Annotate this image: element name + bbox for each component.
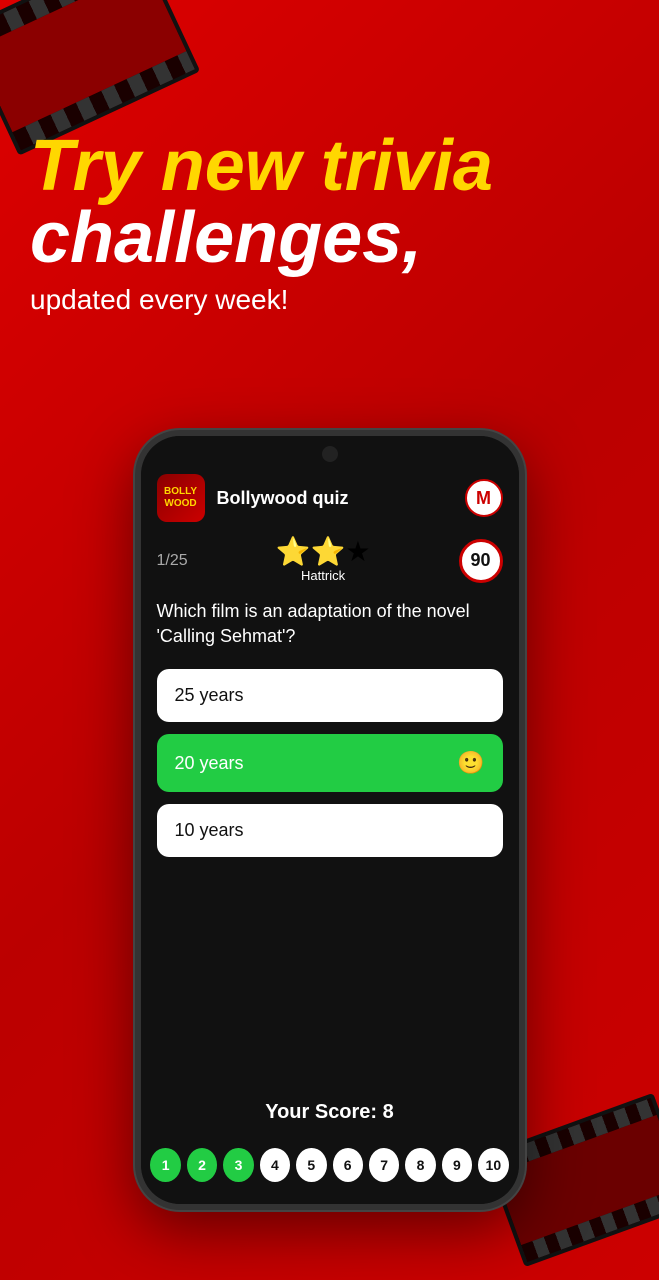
dot-5[interactable]: 5: [296, 1148, 326, 1182]
dot-label-5: 5: [307, 1157, 315, 1173]
dot-6[interactable]: 6: [333, 1148, 363, 1182]
score-label: Your Score: 8: [141, 1101, 519, 1124]
answer-option-2[interactable]: 20 years 🙂: [157, 734, 503, 792]
dot-8[interactable]: 8: [405, 1148, 435, 1182]
quiz-title: Bollywood quiz: [217, 488, 465, 509]
progress-dots: 1 2 3 4 5 6 7 8 9 10: [151, 1148, 509, 1182]
dot-label-2: 2: [198, 1157, 206, 1173]
dot-9[interactable]: 9: [442, 1148, 472, 1182]
hero-line2: challenges,: [30, 202, 629, 274]
dot-label-1: 1: [162, 1157, 170, 1173]
hero-line1: Try new trivia: [30, 130, 629, 202]
timer-display: 90: [459, 539, 503, 583]
dot-label-10: 10: [486, 1157, 502, 1173]
dot-label-9: 9: [453, 1157, 461, 1173]
dot-10[interactable]: 10: [478, 1148, 508, 1182]
hero-subtitle: updated every week!: [30, 284, 629, 316]
question-text: Which film is an adaptation of the novel…: [157, 599, 503, 649]
phone-body: BOLLYWOOD Bollywood quiz M 1/25 ⭐⭐★ Hatt…: [135, 430, 525, 1210]
dot-1[interactable]: 1: [150, 1148, 180, 1182]
quiz-header: BOLLYWOOD Bollywood quiz M: [157, 474, 503, 522]
dot-label-8: 8: [417, 1157, 425, 1173]
question-number: 1/25: [157, 552, 188, 570]
answer-text-2: 20 years: [175, 753, 244, 774]
score-section: Your Score: 8: [141, 1101, 519, 1124]
dot-label-4: 4: [271, 1157, 279, 1173]
phone-mockup: BOLLYWOOD Bollywood quiz M 1/25 ⭐⭐★ Hatt…: [135, 430, 525, 1210]
hattrick-label: Hattrick: [301, 568, 345, 583]
answer-option-3[interactable]: 10 years: [157, 804, 503, 857]
dot-4[interactable]: 4: [260, 1148, 290, 1182]
avatar-label: M: [476, 488, 491, 509]
dot-label-6: 6: [344, 1157, 352, 1173]
answer-text-3: 10 years: [175, 820, 244, 841]
phone-notch: [322, 446, 338, 462]
hero-section: Try new trivia challenges, updated every…: [30, 130, 629, 316]
dot-3[interactable]: 3: [223, 1148, 253, 1182]
quiz-icon-text: BOLLYWOOD: [164, 486, 197, 510]
stars-section: ⭐⭐★ Hattrick: [276, 538, 371, 583]
dot-7[interactable]: 7: [369, 1148, 399, 1182]
answer-option-1[interactable]: 25 years: [157, 669, 503, 722]
dot-2[interactable]: 2: [187, 1148, 217, 1182]
dot-label-7: 7: [380, 1157, 388, 1173]
stars-display: ⭐⭐★: [276, 538, 371, 566]
phone-content: BOLLYWOOD Bollywood quiz M 1/25 ⭐⭐★ Hatt…: [141, 436, 519, 1204]
dot-label-3: 3: [235, 1157, 243, 1173]
correct-smiley-icon: 🙂: [457, 750, 484, 776]
progress-row: 1/25 ⭐⭐★ Hattrick 90: [157, 538, 503, 583]
user-avatar: M: [465, 479, 503, 517]
quiz-app-icon: BOLLYWOOD: [157, 474, 205, 522]
answer-text-1: 25 years: [175, 685, 244, 706]
